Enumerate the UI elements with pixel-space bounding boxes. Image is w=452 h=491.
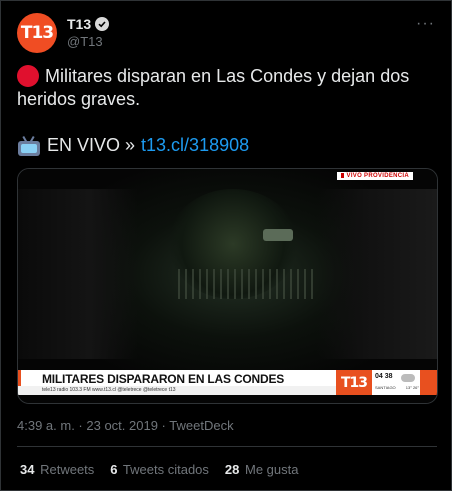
channel-logo: T13 xyxy=(336,370,372,395)
quotes-count: 6 xyxy=(110,462,118,477)
clock-temp: 13° 26° xyxy=(405,385,419,390)
tweet-date[interactable]: 23 oct. 2019 xyxy=(86,418,158,433)
avatar-logo: T13 xyxy=(20,23,54,43)
tweet-card: T13 T13 @T13 ··· Militares disparan en L… xyxy=(0,0,452,491)
tweet-meta: 4:39 a. m. · 23 oct. 2019 · TweetDeck xyxy=(17,418,234,433)
clock-box: 04 38 SANTIAGO 13° 26° xyxy=(372,370,420,395)
clock-city: SANTIAGO xyxy=(375,385,396,390)
video-ticker: tele13 radio 103.3 FM www.t13.cl @teletr… xyxy=(18,386,336,395)
likes-count: 28 xyxy=(224,462,240,477)
cloud-icon xyxy=(401,374,415,382)
live-line: EN VIVO » t13.cl/318908 xyxy=(17,135,249,156)
quotes-stat[interactable]: 6 Tweets citados xyxy=(110,462,209,477)
red-circle-icon xyxy=(17,65,39,87)
scene-car xyxy=(263,229,293,241)
clock-time: 04 38 xyxy=(375,373,393,380)
tweet-text: Militares disparan en Las Condes y dejan… xyxy=(17,65,437,111)
blur-left xyxy=(18,189,138,359)
likes-stat[interactable]: 28 Me gusta xyxy=(225,462,299,477)
avatar[interactable]: T13 xyxy=(17,13,57,53)
tweet-source[interactable]: TweetDeck xyxy=(169,418,233,433)
video-headline: MILITARES DISPARARON EN LAS CONDES xyxy=(42,372,285,386)
lower-third-end xyxy=(420,370,437,395)
verified-icon xyxy=(95,17,110,31)
author-name: T13 xyxy=(67,16,92,32)
tweet-link[interactable]: t13.cl/318908 xyxy=(141,135,249,156)
lower-third: MILITARES DISPARARON EN LAS CONDES tele1… xyxy=(18,370,336,395)
tweet-text-body: Militares disparan en Las Condes y dejan… xyxy=(17,66,410,109)
lower-third-accent xyxy=(18,370,21,386)
likes-label: Me gusta xyxy=(245,462,299,477)
tweet-stats: 34 Retweets 6 Tweets citados 28 Me gusta xyxy=(20,462,299,477)
blur-right xyxy=(317,189,437,359)
more-options-icon[interactable]: ··· xyxy=(416,15,435,33)
retweets-count: 34 xyxy=(20,462,35,477)
author-handle[interactable]: @T13 xyxy=(67,34,103,49)
author-name-row[interactable]: T13 xyxy=(67,16,110,32)
live-tag: VIVO PROVIDENCIA xyxy=(336,172,413,180)
live-prefix: EN VIVO » xyxy=(47,135,136,155)
media-video[interactable]: VIVO PROVIDENCIA MILITARES DISPARARON EN… xyxy=(17,168,438,404)
retweets-label: Retweets xyxy=(40,462,95,477)
television-icon xyxy=(17,135,41,156)
divider xyxy=(17,446,437,447)
quotes-label: Tweets citados xyxy=(122,462,209,477)
retweets-stat[interactable]: 34 Retweets xyxy=(20,462,94,477)
tweet-time[interactable]: 4:39 a. m. xyxy=(17,418,75,433)
scene-fence xyxy=(178,269,318,299)
